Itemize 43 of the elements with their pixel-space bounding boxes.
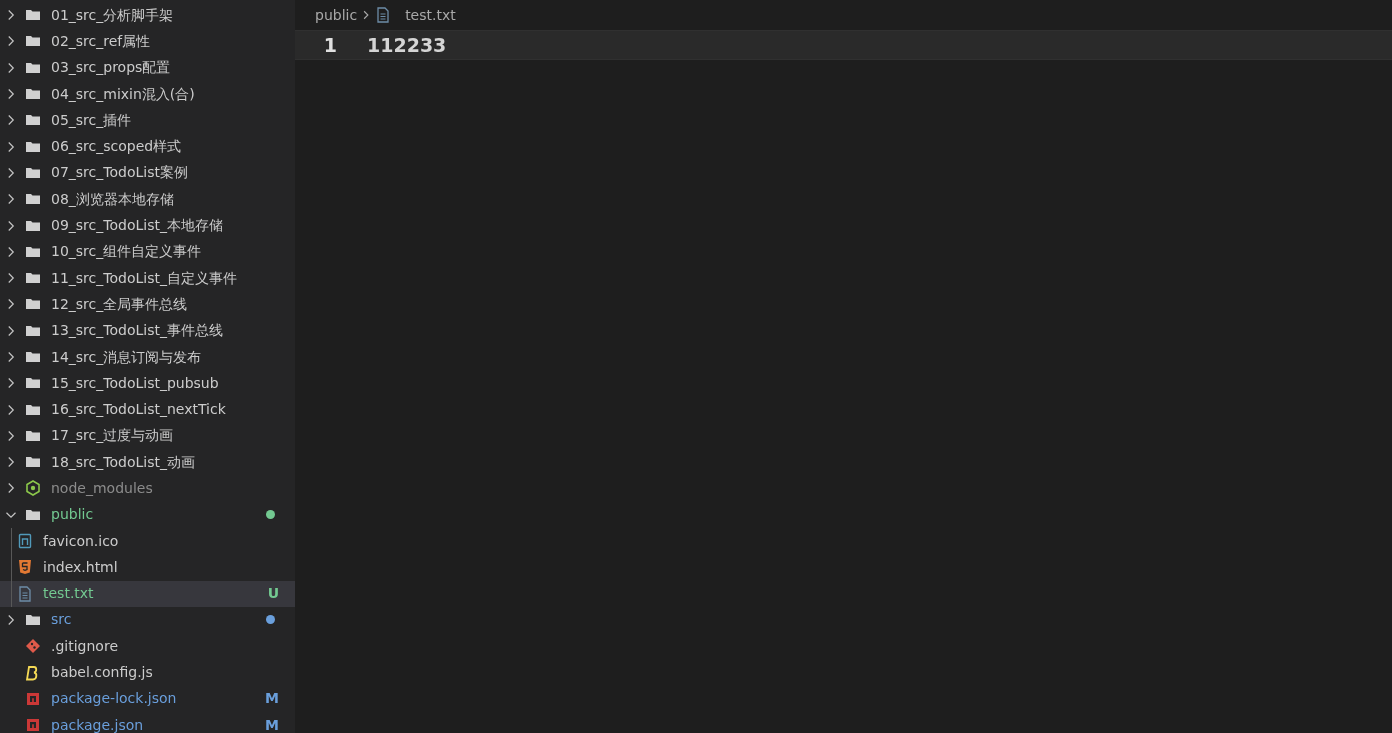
file-item[interactable]: test.txt U — [0, 580, 295, 607]
code-line: 112233 — [367, 32, 447, 58]
folder-item[interactable]: 05_src_插件 — [0, 107, 295, 134]
folder-item[interactable]: src — [0, 606, 295, 634]
folder-item[interactable]: 11_src_TodoList_自定义事件 — [0, 264, 295, 292]
folder-item[interactable]: 10_src_组件自定义事件 — [0, 238, 295, 265]
file-item[interactable]: .gitignore — [0, 633, 295, 660]
status-letter: M — [265, 715, 279, 733]
line-number: 1 — [322, 32, 338, 58]
text-file-icon — [375, 7, 392, 23]
file-icon — [17, 533, 33, 550]
folder-item[interactable]: 17_src_过度与动画 — [0, 422, 295, 450]
file-item[interactable]: favicon.ico — [0, 527, 295, 555]
file-item[interactable]: package-lock.json M — [0, 685, 295, 712]
breadcrumb-folder[interactable]: public — [315, 4, 358, 26]
folder-item[interactable]: 08_浏览器本地存储 — [0, 186, 295, 213]
file-item[interactable]: index.html — [0, 554, 295, 581]
folder-item[interactable]: 12_src_全局事件总线 — [0, 291, 295, 318]
folder-item[interactable]: public — [0, 501, 295, 528]
folder-item[interactable]: 15_src_TodoList_pubsub — [0, 370, 295, 397]
breadcrumb-file[interactable]: test.txt — [405, 4, 456, 26]
folder-icon — [25, 349, 41, 365]
folder-item[interactable]: 02_src_ref属性 — [0, 28, 295, 55]
html5-icon — [17, 559, 33, 576]
folder-item[interactable]: 01_src_分析脚手架 — [0, 2, 295, 29]
file-item[interactable]: babel.config.js — [0, 659, 295, 686]
package-icon — [25, 690, 41, 707]
folder-item[interactable]: 16_src_TodoList_nextTick — [0, 396, 295, 423]
folder-item[interactable]: 14_src_消息订阅与发布 — [0, 343, 295, 371]
folder-item[interactable]: 04_src_mixin混入(合) — [0, 80, 295, 108]
folder-item[interactable]: 07_src_TodoList案例 — [0, 159, 295, 187]
folder-item[interactable]: 09_src_TodoList_本地存储 — [0, 212, 295, 239]
folder-item[interactable]: node_modules — [0, 475, 295, 502]
text-file-icon — [17, 585, 33, 602]
status-letter: M — [265, 689, 279, 709]
folder-item[interactable]: 18_src_TodoList_动画 — [0, 449, 295, 476]
folder-item[interactable]: 03_src_props配置 — [0, 54, 295, 81]
folder-item[interactable]: 06_src_scoped样式 — [0, 133, 295, 160]
hexagon-icon — [25, 480, 41, 497]
status-letter: U — [267, 584, 279, 604]
file-item[interactable]: package.json M — [0, 712, 295, 733]
diamond-icon — [25, 638, 41, 655]
folder-item[interactable]: 13_src_TodoList_事件总线 — [0, 317, 295, 344]
